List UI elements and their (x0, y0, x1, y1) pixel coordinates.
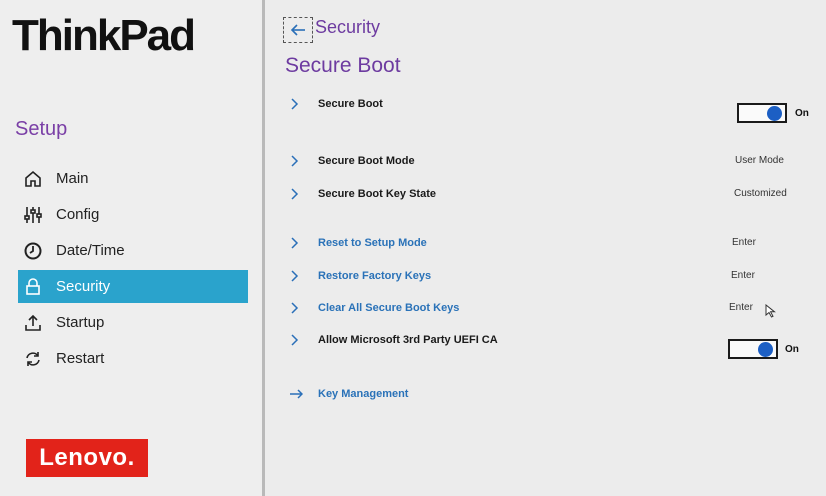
sidebar-item-label: Main (56, 170, 89, 187)
toggle-knob (767, 106, 782, 121)
setting-value: User Mode (735, 155, 784, 166)
lock-icon (22, 276, 44, 298)
sidebar-item-main[interactable]: Main (18, 162, 248, 195)
sidebar-item-security[interactable]: Security (18, 270, 248, 303)
setting-label: Secure Boot Mode (318, 155, 415, 167)
allow-microsoft-uefi-ca-toggle-state: On (785, 344, 799, 355)
sidebar-nav: Main Config Date/Time Security Startup R… (18, 162, 248, 378)
sidebar: ThinkPad Setup Main Config Date/Time Sec… (0, 0, 262, 496)
chevron-right-icon (289, 98, 301, 110)
setting-row-key-management[interactable]: Key Management (289, 384, 819, 406)
sidebar-item-label: Startup (56, 314, 105, 331)
restart-icon (22, 348, 44, 370)
enter-button[interactable]: Enter (732, 237, 756, 248)
toggle-knob (758, 342, 773, 357)
setting-label: Key Management (318, 388, 409, 400)
mouse-cursor-icon (765, 304, 776, 318)
setting-label: Clear All Secure Boot Keys (318, 302, 460, 314)
clock-icon (22, 240, 44, 262)
allow-microsoft-uefi-ca-toggle[interactable] (728, 339, 778, 359)
arrow-left-icon (290, 24, 305, 36)
home-icon (22, 168, 44, 190)
setting-label: Secure Boot Key State (318, 188, 436, 200)
enter-button[interactable]: Enter (731, 270, 755, 281)
sidebar-item-label: Config (56, 206, 100, 223)
sidebar-item-label: Security (56, 278, 111, 295)
setting-row-clear-all-secure-boot-keys[interactable]: Clear All Secure Boot Keys Enter (289, 298, 819, 320)
sidebar-item-restart[interactable]: Restart (18, 342, 248, 375)
setting-label: Secure Boot (318, 98, 383, 110)
setting-label: Reset to Setup Mode (318, 237, 427, 249)
setting-label: Allow Microsoft 3rd Party UEFI CA (318, 334, 498, 346)
setting-row-secure-boot-mode[interactable]: Secure Boot Mode User Mode (289, 151, 819, 173)
arrow-right-icon (289, 388, 304, 400)
sidebar-item-config[interactable]: Config (18, 198, 248, 231)
secure-boot-toggle[interactable] (737, 103, 787, 123)
lenovo-logo: Lenovo. (26, 439, 148, 477)
setting-row-restore-factory-keys[interactable]: Restore Factory Keys Enter (289, 266, 819, 288)
sidebar-item-date-time[interactable]: Date/Time (18, 234, 248, 267)
enter-button[interactable]: Enter (729, 302, 753, 313)
upload-icon (22, 312, 44, 334)
sidebar-item-label: Restart (56, 350, 105, 367)
chevron-right-icon (289, 188, 301, 200)
thinkpad-logo: ThinkPad (12, 11, 196, 60)
back-button[interactable] (283, 17, 313, 43)
chevron-right-icon (289, 155, 301, 167)
chevron-right-icon (289, 270, 301, 282)
chevron-right-icon (289, 302, 301, 314)
main-panel: Security Secure Boot Secure Boot On Secu… (265, 0, 826, 496)
setting-row-reset-to-setup-mode[interactable]: Reset to Setup Mode Enter (289, 233, 819, 255)
page-title: Secure Boot (285, 54, 401, 77)
setup-title: Setup (15, 118, 68, 140)
sidebar-item-label: Date/Time (56, 242, 125, 259)
chevron-right-icon (289, 237, 301, 249)
breadcrumb: Security (315, 17, 381, 37)
setting-value: Customized (734, 188, 787, 199)
sliders-icon (22, 204, 44, 226)
chevron-right-icon (289, 334, 301, 346)
secure-boot-toggle-state: On (795, 108, 809, 119)
sidebar-item-startup[interactable]: Startup (18, 306, 248, 339)
setting-row-secure-boot-key-state[interactable]: Secure Boot Key State Customized (289, 184, 819, 206)
setting-label: Restore Factory Keys (318, 270, 432, 282)
